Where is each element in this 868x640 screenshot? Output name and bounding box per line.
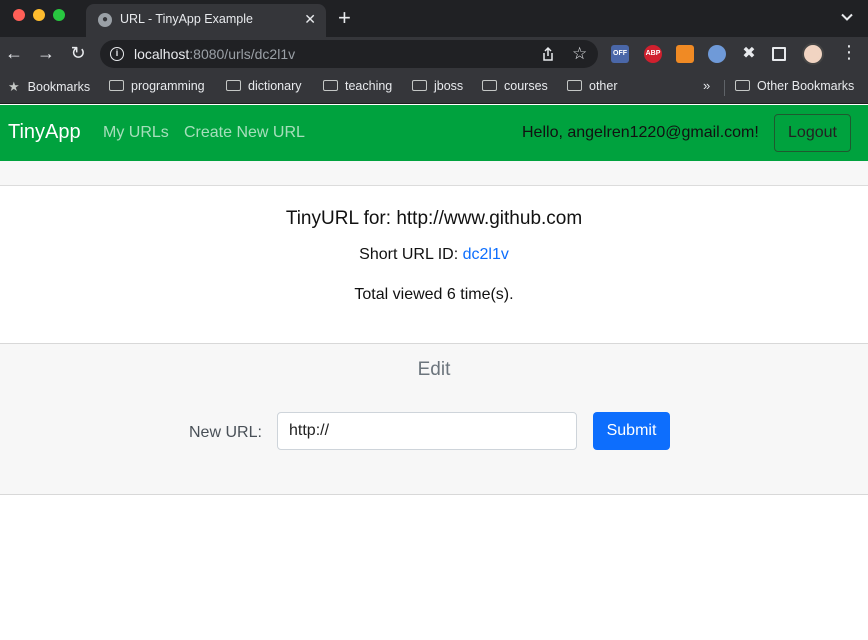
extension-off-icon[interactable]: OFF: [611, 45, 629, 63]
short-url-line: Short URL ID: dc2l1v: [0, 246, 868, 264]
share-icon[interactable]: [540, 46, 556, 62]
brand-link[interactable]: TinyApp: [8, 121, 81, 144]
avatar[interactable]: [802, 43, 824, 65]
view-count: Total viewed 6 time(s).: [354, 286, 514, 303]
short-url-label: Short URL ID:: [359, 246, 463, 263]
url-card: TinyURL for: http://www.github.com Short…: [0, 187, 868, 344]
logout-button[interactable]: Logout: [774, 114, 851, 152]
forward-arrow-icon[interactable]: →: [36, 43, 56, 63]
tab-title: URL - TinyApp Example: [120, 12, 253, 26]
folder-icon: [482, 80, 497, 91]
bookmark-label: jboss: [434, 79, 464, 93]
window-maximize-button[interactable]: [53, 9, 65, 21]
bookmark-item-courses[interactable]: courses: [482, 79, 548, 93]
url-text[interactable]: localhost:8080/urls/dc2l1v: [134, 46, 295, 62]
folder-icon: [109, 80, 124, 91]
submit-button[interactable]: Submit: [593, 412, 670, 450]
bookmark-item-other-bookmarks[interactable]: Other Bookmarks: [735, 79, 854, 93]
bookmark-star-icon[interactable]: ☆: [572, 44, 587, 64]
edit-section: Edit New URL: Submit: [0, 343, 868, 495]
card-header-strip: [0, 161, 868, 186]
puzzle-icon[interactable]: ✖: [740, 45, 758, 63]
browser-toolbar: ← → ↻ i localhost:8080/urls/dc2l1v ☆ OFF…: [0, 37, 868, 71]
star-icon: ★: [8, 79, 20, 94]
folder-icon: [412, 80, 427, 91]
address-bar[interactable]: i localhost:8080/urls/dc2l1v ☆: [100, 40, 598, 68]
browser-tab[interactable]: ● URL - TinyApp Example ✕: [86, 4, 326, 37]
tab-close-icon[interactable]: ✕: [304, 10, 316, 28]
reload-icon[interactable]: ↻: [68, 43, 88, 63]
app-navbar: TinyApp My URLs Create New URL Hello, an…: [0, 105, 868, 161]
url-path: :8080/urls/dc2l1v: [189, 46, 296, 62]
bookmark-label: dictionary: [248, 79, 302, 93]
folder-icon: [567, 80, 582, 91]
folder-icon: [323, 80, 338, 91]
bookmark-item-teaching[interactable]: teaching: [323, 79, 392, 93]
rss-icon[interactable]: [676, 45, 694, 63]
bookmark-item-dictionary[interactable]: dictionary: [226, 79, 302, 93]
window-minimize-button[interactable]: [33, 9, 45, 21]
bookmark-label: teaching: [345, 79, 393, 93]
adblock-icon[interactable]: ABP: [644, 45, 662, 63]
back-arrow-icon[interactable]: ←: [4, 43, 24, 63]
edit-title: Edit: [417, 359, 451, 380]
chevron-down-icon[interactable]: [840, 10, 854, 24]
side-panel-icon[interactable]: [772, 47, 786, 61]
user-greeting: Hello, angelren1220@gmail.com!: [522, 124, 759, 141]
nav-link-my-urls[interactable]: My URLs: [103, 124, 169, 142]
bookmark-label: courses: [504, 79, 548, 93]
bookmark-label: programming: [131, 79, 205, 93]
globe-icon: ●: [98, 13, 112, 27]
card-title: TinyURL for: http://www.github.com: [285, 208, 583, 229]
url-host: localhost: [134, 46, 190, 62]
bookmarks-bar: ★ Bookmarks programming dictionary teachi…: [0, 71, 868, 104]
bookmark-item-other[interactable]: other: [567, 79, 618, 93]
info-icon[interactable]: i: [110, 47, 124, 61]
bookmarks-overflow-icon[interactable]: »: [703, 78, 710, 93]
folder-icon: [735, 80, 750, 91]
new-tab-icon[interactable]: +: [338, 6, 351, 30]
bookmark-item-jboss[interactable]: jboss: [412, 79, 463, 93]
bookmark-label: other: [589, 79, 618, 93]
bookmark-label: Bookmarks: [27, 80, 91, 94]
bookmarks-divider: [724, 80, 725, 96]
new-url-label: New URL:: [189, 424, 262, 441]
menu-kebab-icon[interactable]: ⋮: [840, 41, 858, 63]
chrome-extension-icon[interactable]: [708, 45, 726, 63]
nav-link-create-new-url[interactable]: Create New URL: [184, 124, 305, 142]
short-url-link[interactable]: dc2l1v: [463, 246, 509, 263]
window-close-button[interactable]: [13, 9, 25, 21]
folder-icon: [226, 80, 241, 91]
new-url-input[interactable]: [277, 412, 577, 450]
bookmark-label: Other Bookmarks: [757, 79, 855, 93]
bookmark-item-programming[interactable]: programming: [109, 79, 205, 93]
browser-tabstrip: ● URL - TinyApp Example ✕ +: [0, 0, 868, 37]
bookmark-item-bookmarks[interactable]: ★ Bookmarks: [8, 79, 90, 95]
